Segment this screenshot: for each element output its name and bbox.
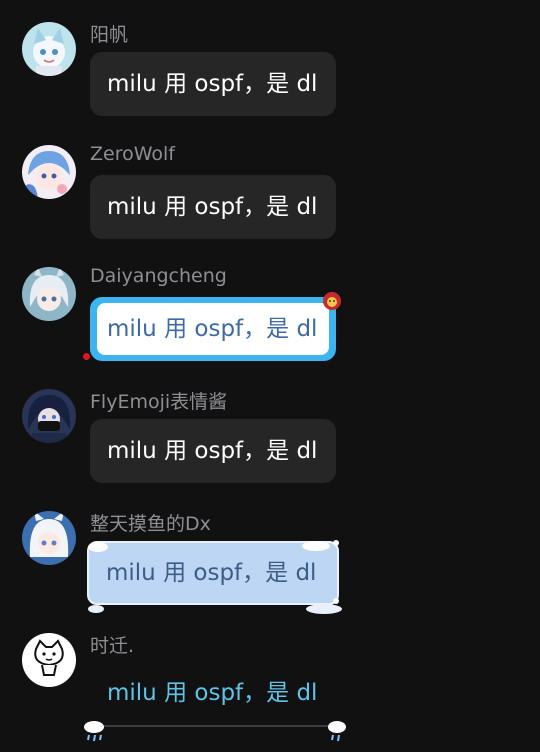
unread-dot (83, 353, 90, 360)
avatar-cartoon-cat-icon (22, 633, 76, 687)
avatar-masked-icon (22, 389, 76, 443)
message-bubble[interactable]: milu 用 ospf，是 dl (90, 663, 336, 719)
sender-name: 时迁. (90, 635, 135, 657)
sender-name: ZeroWolf (90, 143, 175, 165)
chat-message: 整天摸鱼的Dx milu 用 ospf，是 dl (0, 511, 540, 631)
sender-name: Daiyangcheng (90, 265, 227, 287)
avatar[interactable] (22, 267, 76, 321)
snow-frame-deco (88, 540, 342, 614)
avatar[interactable] (22, 633, 76, 687)
avatar[interactable] (22, 145, 76, 199)
avatar[interactable] (22, 511, 76, 565)
badge-emoji-icon (323, 292, 341, 310)
avatar-blue-hair-icon (22, 145, 76, 199)
message-bubble[interactable]: milu 用 ospf，是 dl (90, 52, 336, 116)
message-bubble[interactable]: milu 用 ospf，是 dl (90, 292, 341, 361)
avatar[interactable] (22, 389, 76, 443)
chat-message: Daiyangcheng milu 用 ospf，是 dl (0, 265, 540, 387)
message-bubble[interactable]: milu 用 ospf，是 dl (90, 175, 336, 239)
avatar[interactable] (22, 22, 76, 76)
avatar-white-hood-icon (22, 511, 76, 565)
chat-message: 阳帆 milu 用 ospf，是 dl (0, 22, 540, 142)
chat-message: 时迁. milu 用 ospf，是 dl (0, 633, 540, 752)
sender-name: 阳帆 (90, 24, 129, 46)
sender-name: FlyEmoji表情酱 (90, 391, 228, 413)
avatar-anime-cat-icon (22, 22, 76, 76)
message-bubble[interactable]: milu 用 ospf，是 dl (90, 419, 336, 483)
chat-message: FlyEmoji表情酱 milu 用 ospf，是 dl (0, 389, 540, 509)
chat-message-list: 阳帆 milu 用 ospf，是 dl ZeroWolf milu 用 ospf… (0, 0, 540, 752)
chat-message: ZeroWolf milu 用 ospf，是 dl (0, 143, 540, 265)
message-text: milu 用 ospf，是 dl (97, 303, 329, 355)
avatar-silver-hair-icon (22, 267, 76, 321)
cloud-rain-icon (84, 721, 346, 742)
sender-name: 整天摸鱼的Dx (90, 513, 211, 535)
